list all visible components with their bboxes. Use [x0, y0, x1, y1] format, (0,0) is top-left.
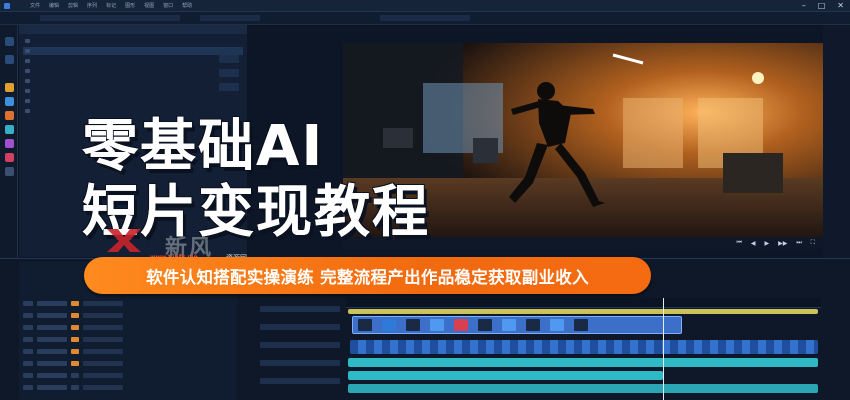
- list-item[interactable]: [23, 57, 243, 65]
- skip-back-icon[interactable]: ⏮: [737, 239, 742, 247]
- headline-line-1: 零基础AI: [82, 114, 325, 179]
- play-icon[interactable]: ▶: [765, 240, 770, 247]
- list-item[interactable]: [23, 77, 243, 85]
- color-icon[interactable]: [5, 125, 14, 134]
- menu-item[interactable]: 帮助: [182, 2, 192, 9]
- menu-item[interactable]: 图形: [125, 2, 135, 9]
- list-item[interactable]: [23, 37, 243, 45]
- menu-item[interactable]: 剪辑: [68, 2, 78, 9]
- step-back-icon[interactable]: ◀: [751, 240, 756, 247]
- fullscreen-icon[interactable]: ⛶: [811, 239, 815, 247]
- list-item[interactable]: [23, 87, 243, 95]
- menu-item[interactable]: 视图: [144, 2, 154, 9]
- menu-item[interactable]: 标记: [106, 2, 116, 9]
- timeline-clip[interactable]: [348, 371, 663, 380]
- clip-thumbnails: [358, 319, 678, 331]
- menu-bar: 文件 编辑 剪辑 序列 标记 图形 视图 窗口 帮助: [30, 2, 192, 9]
- timeline-clip[interactable]: [348, 358, 818, 367]
- list-item[interactable]: [23, 47, 243, 55]
- skip-forward-icon[interactable]: ⏭: [796, 239, 801, 247]
- menu-item[interactable]: 窗口: [163, 2, 173, 9]
- timeline-ruler[interactable]: [346, 298, 821, 308]
- home-icon[interactable]: [5, 37, 14, 46]
- app-logo-icon: [4, 2, 10, 9]
- title-bar: 文件 编辑 剪辑 序列 标记 图形 视图 窗口 帮助 – □ ✕: [0, 0, 850, 12]
- timeline-clip[interactable]: [348, 309, 818, 314]
- maximize-icon[interactable]: □: [818, 1, 826, 10]
- layers-icon[interactable]: [5, 167, 14, 176]
- promo-banner: 软件认知搭配实操演练 完整流程产出作品稳定获取副业收入: [84, 257, 651, 294]
- menu-item[interactable]: 序列: [87, 2, 97, 9]
- banner-text: 软件认知搭配实操演练 完整流程产出作品稳定获取副业收入: [146, 267, 589, 287]
- audio-icon[interactable]: [5, 97, 14, 106]
- menu-item[interactable]: 文件: [30, 2, 40, 9]
- timeline-clip[interactable]: [348, 384, 818, 393]
- watermark-logo: [107, 229, 141, 252]
- toolbar: [0, 12, 850, 25]
- marker-icon[interactable]: [5, 153, 14, 162]
- list-item[interactable]: [23, 97, 243, 105]
- minimize-icon[interactable]: –: [802, 1, 806, 10]
- timeline-clip[interactable]: [350, 340, 818, 354]
- playhead[interactable]: [663, 298, 664, 400]
- folder-icon[interactable]: [5, 55, 14, 64]
- track-controls: [258, 300, 344, 400]
- panel-header: [19, 25, 247, 34]
- list-item[interactable]: [23, 67, 243, 75]
- step-forward-icon[interactable]: ▶▶: [778, 240, 787, 247]
- effects-icon[interactable]: [5, 83, 14, 92]
- menu-item[interactable]: 编辑: [49, 2, 59, 9]
- close-icon[interactable]: ✕: [837, 1, 844, 10]
- text-icon[interactable]: [5, 111, 14, 120]
- settings-icon[interactable]: [5, 139, 14, 148]
- right-panel: [823, 25, 850, 257]
